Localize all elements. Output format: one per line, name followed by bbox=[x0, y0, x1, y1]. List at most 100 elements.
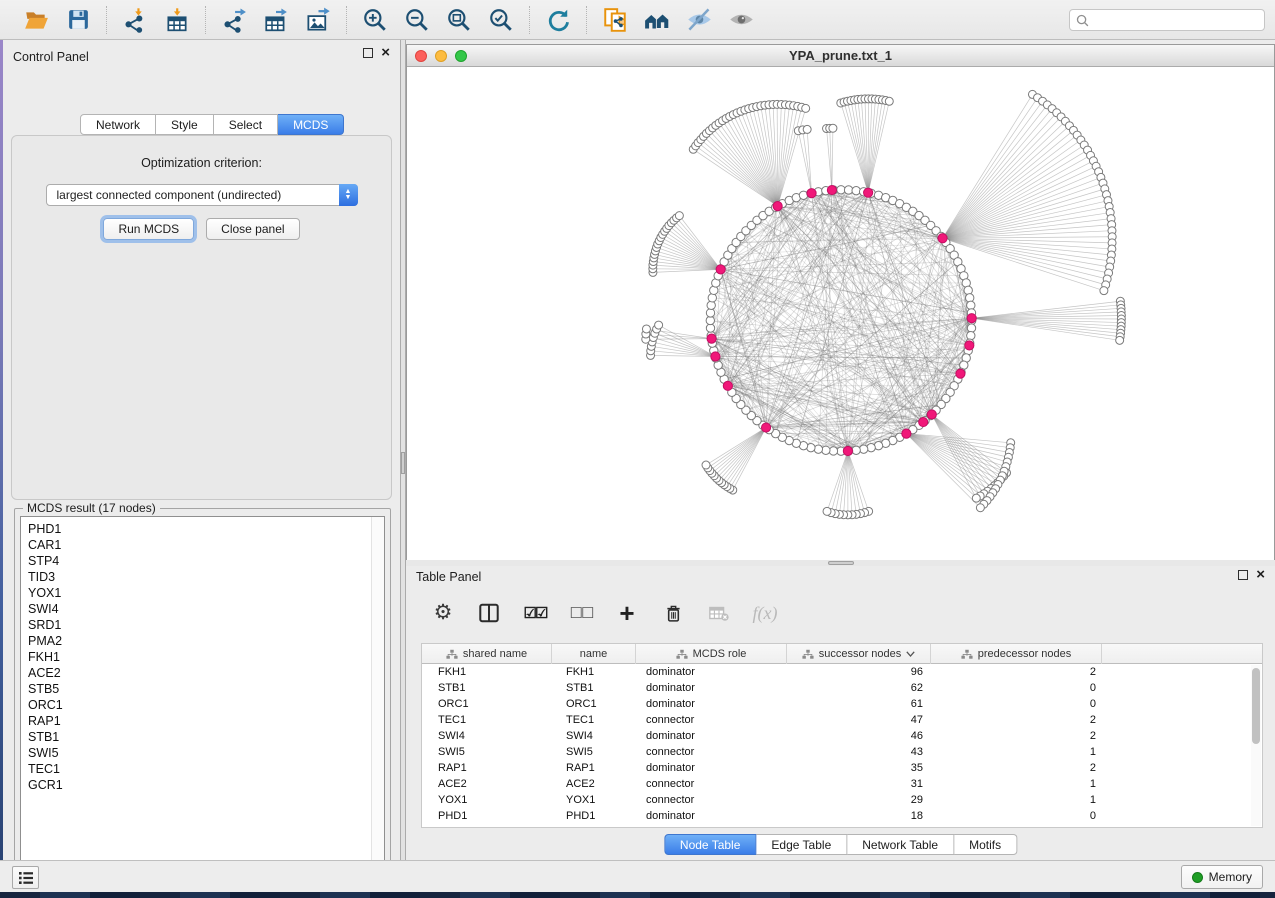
mcds-result-item[interactable]: SWI5 bbox=[28, 745, 384, 761]
zoom-in-icon[interactable] bbox=[361, 6, 389, 34]
splitter-grip[interactable] bbox=[401, 452, 405, 474]
delete-columns-icon[interactable] bbox=[660, 600, 686, 626]
window-close-icon[interactable] bbox=[415, 50, 427, 62]
mcds-tab-body: Optimization criterion: largest connecte… bbox=[11, 135, 392, 500]
table-row[interactable]: SWI4SWI4dominator462 bbox=[422, 728, 1262, 744]
split-columns-icon[interactable] bbox=[476, 600, 502, 626]
mcds-result-item[interactable]: FKH1 bbox=[28, 649, 384, 665]
save-session-icon[interactable] bbox=[64, 6, 92, 34]
cell-MCDS-role: connector bbox=[636, 744, 787, 760]
clone-network-icon[interactable] bbox=[601, 6, 629, 34]
hide-selected-icon[interactable] bbox=[685, 6, 713, 34]
search-icon bbox=[1076, 14, 1089, 27]
cell-shared-name: TEC1 bbox=[422, 712, 552, 728]
mcds-result-item[interactable]: STB1 bbox=[28, 729, 384, 745]
mcds-result-item[interactable]: PMA2 bbox=[28, 633, 384, 649]
table-row[interactable]: SWI5SWI5connector431 bbox=[422, 744, 1262, 760]
table-row[interactable]: STB1STB1dominator620 bbox=[422, 680, 1262, 696]
table-row[interactable]: YOX1YOX1connector291 bbox=[422, 792, 1262, 808]
cell-successor-nodes: 31 bbox=[787, 776, 931, 792]
table-row[interactable]: FKH1FKH1dominator962 bbox=[422, 664, 1262, 680]
search-box bbox=[1069, 9, 1265, 31]
import-table-icon[interactable] bbox=[163, 6, 191, 34]
table-scrollbar[interactable] bbox=[1251, 665, 1261, 826]
mcds-result-item[interactable]: TEC1 bbox=[28, 761, 384, 777]
unselect-all-columns-icon[interactable]: ☐☐ bbox=[568, 600, 594, 626]
task-history-button[interactable] bbox=[12, 866, 39, 889]
first-neighbors-icon[interactable] bbox=[643, 6, 671, 34]
table-row[interactable]: RAP1RAP1dominator352 bbox=[422, 760, 1262, 776]
scrollbar-thumb[interactable] bbox=[1252, 668, 1260, 744]
window-minimize-icon[interactable] bbox=[435, 50, 447, 62]
cell-shared-name: ORC1 bbox=[422, 696, 552, 712]
close-panel-button[interactable]: Close panel bbox=[206, 218, 299, 240]
column-header-name[interactable]: name bbox=[552, 644, 636, 664]
memory-button[interactable]: Memory bbox=[1181, 865, 1263, 889]
zoom-selected-icon[interactable] bbox=[487, 6, 515, 34]
tab-network-table[interactable]: Network Table bbox=[847, 834, 954, 855]
column-header-successor-nodes[interactable]: successor nodes bbox=[787, 644, 931, 664]
mcds-result-item[interactable]: TID3 bbox=[28, 569, 384, 585]
cell-MCDS-role: dominator bbox=[636, 664, 787, 680]
table-body: FKH1FKH1dominator962STB1STB1dominator620… bbox=[422, 664, 1262, 824]
zoom-fit-icon[interactable] bbox=[445, 6, 473, 34]
tab-style[interactable]: Style bbox=[156, 114, 214, 135]
cell-predecessor-nodes: 1 bbox=[931, 776, 1102, 792]
mcds-result-item[interactable]: CAR1 bbox=[28, 537, 384, 553]
cell-MCDS-role: dominator bbox=[636, 760, 787, 776]
select-all-columns-icon[interactable]: ☑☑ bbox=[522, 600, 548, 626]
tab-mcds[interactable]: MCDS bbox=[278, 114, 344, 135]
mcds-result-list[interactable]: PHD1CAR1STP4TID3YOX1SWI4SRD1PMA2FKH1ACE2… bbox=[20, 516, 385, 872]
run-mcds-button[interactable]: Run MCDS bbox=[103, 218, 194, 240]
mcds-result-item[interactable]: ORC1 bbox=[28, 697, 384, 713]
mcds-result-item[interactable]: ACE2 bbox=[28, 665, 384, 681]
optimization-select[interactable]: largest connected component (undirected)… bbox=[46, 184, 358, 206]
search-input[interactable] bbox=[1093, 13, 1258, 27]
cell-successor-nodes: 96 bbox=[787, 664, 931, 680]
column-header-predecessor-nodes[interactable]: predecessor nodes bbox=[931, 644, 1102, 664]
show-all-icon[interactable] bbox=[727, 6, 755, 34]
export-table-icon[interactable] bbox=[262, 6, 290, 34]
table-row[interactable]: PHD1PHD1dominator180 bbox=[422, 808, 1262, 824]
node-table: shared namenameMCDS rolesuccessor nodesp… bbox=[421, 643, 1263, 828]
cell-MCDS-role: dominator bbox=[636, 728, 787, 744]
tab-select[interactable]: Select bbox=[214, 114, 278, 135]
table-settings-icon[interactable]: ⚙ bbox=[430, 600, 456, 626]
mcds-result-item[interactable]: YOX1 bbox=[28, 585, 384, 601]
cell-shared-name: SWI5 bbox=[422, 744, 552, 760]
cell-successor-nodes: 29 bbox=[787, 792, 931, 808]
import-network-icon[interactable] bbox=[121, 6, 149, 34]
refresh-view-icon[interactable] bbox=[544, 6, 572, 34]
cell-name: ACE2 bbox=[552, 776, 636, 792]
mcds-result-item[interactable]: STB5 bbox=[28, 681, 384, 697]
mcds-result-item[interactable]: RAP1 bbox=[28, 713, 384, 729]
tab-network[interactable]: Network bbox=[80, 114, 156, 135]
column-header-MCDS-role[interactable]: MCDS role bbox=[636, 644, 787, 664]
table-row[interactable]: ORC1ORC1dominator610 bbox=[422, 696, 1262, 712]
column-header-shared-name[interactable]: shared name bbox=[422, 644, 552, 664]
zoom-out-icon[interactable] bbox=[403, 6, 431, 34]
tab-node-table[interactable]: Node Table bbox=[664, 834, 757, 855]
table-row[interactable]: TEC1TEC1connector472 bbox=[422, 712, 1262, 728]
close-panel-icon[interactable]: × bbox=[1256, 570, 1265, 580]
splitter-grip[interactable] bbox=[828, 561, 854, 565]
mcds-result-item[interactable]: STP4 bbox=[28, 553, 384, 569]
mcds-result-item[interactable]: PHD1 bbox=[28, 521, 384, 537]
tab-edge-table[interactable]: Edge Table bbox=[756, 834, 847, 855]
network-canvas[interactable] bbox=[407, 67, 1274, 560]
open-session-icon[interactable] bbox=[22, 6, 50, 34]
close-panel-icon[interactable]: × bbox=[381, 48, 390, 58]
mcds-result-item[interactable]: SRD1 bbox=[28, 617, 384, 633]
tab-motifs[interactable]: Motifs bbox=[954, 834, 1017, 855]
float-panel-icon[interactable] bbox=[1238, 570, 1248, 580]
window-zoom-icon[interactable] bbox=[455, 50, 467, 62]
export-image-icon[interactable] bbox=[304, 6, 332, 34]
mcds-result-item[interactable]: SWI4 bbox=[28, 601, 384, 617]
table-row[interactable]: ACE2ACE2connector311 bbox=[422, 776, 1262, 792]
network-graph[interactable] bbox=[407, 67, 1274, 560]
export-network-icon[interactable] bbox=[220, 6, 248, 34]
mcds-result-item[interactable]: GCR1 bbox=[28, 777, 384, 793]
float-panel-icon[interactable] bbox=[363, 48, 373, 58]
mcds-list-scrollbar[interactable] bbox=[371, 517, 384, 871]
add-column-icon[interactable]: + bbox=[614, 600, 640, 626]
